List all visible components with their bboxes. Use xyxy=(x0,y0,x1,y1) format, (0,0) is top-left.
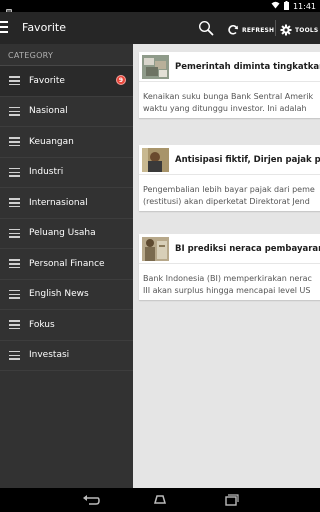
count-badge: 9 xyxy=(116,75,126,85)
article-header: Antisipasi fiktif, Dirjen pajak perk xyxy=(139,145,320,175)
drawer-item-label: Keuangan xyxy=(29,136,74,147)
article-card[interactable]: BI prediksi neraca pembayaran tr Bank In… xyxy=(139,234,320,300)
article-summary-line: III akan surplus hingga mencapai level U… xyxy=(143,285,311,295)
refresh-button[interactable]: REFRESH xyxy=(227,21,274,40)
article-title: Pemerintah diminta tingkatkan in xyxy=(175,61,320,72)
list-icon xyxy=(9,350,20,360)
home-icon[interactable] xyxy=(151,492,169,508)
tools-button[interactable]: TOOLS xyxy=(280,21,318,40)
article-card[interactable]: Antisipasi fiktif, Dirjen pajak perk Pen… xyxy=(139,145,320,211)
list-icon xyxy=(9,289,20,299)
action-bar: Favorite REFRESH TOOLS xyxy=(0,12,320,44)
refresh-icon xyxy=(227,21,239,40)
drawer-item-fokus[interactable]: Fokus xyxy=(0,310,133,341)
recent-apps-icon[interactable] xyxy=(222,492,240,508)
drawer-item-keuangan[interactable]: Keuangan xyxy=(0,127,133,158)
drawer-item-label: English News xyxy=(29,289,89,300)
list-icon xyxy=(9,137,20,147)
drawer-item-label: Personal Finance xyxy=(29,258,105,269)
list-icon xyxy=(9,320,20,330)
drawer-item-internasional[interactable]: Internasional xyxy=(0,188,133,219)
drawer-item-peluang-usaha[interactable]: Peluang Usaha xyxy=(0,219,133,249)
page-title: Favorite xyxy=(22,21,66,34)
article-thumbnail xyxy=(142,236,169,261)
drawer-item-label: Fokus xyxy=(29,319,55,330)
drawer-item-personal-finance[interactable]: Personal Finance xyxy=(0,249,133,280)
article-summary: Bank Indonesia (BI) memperkirakan nerac … xyxy=(139,264,320,300)
list-icon xyxy=(9,228,20,238)
article-title: Antisipasi fiktif, Dirjen pajak perk xyxy=(175,154,320,165)
navigation-drawer: CATEGORY Favorite 9 Nasional Keuangan In… xyxy=(0,44,138,488)
drawer-item-favorite[interactable]: Favorite 9 xyxy=(0,66,133,97)
article-summary-line: (restitusi) akan diperketat Direktorat J… xyxy=(143,196,310,206)
article-summary-line: waktu yang ditunggu investor. Ini adalah xyxy=(143,103,307,113)
drawer-item-investasi[interactable]: Investasi xyxy=(0,341,133,371)
article-summary-line: Pengembalian lebih bayar pajak dari peme xyxy=(143,185,315,194)
status-bar: 11:41 xyxy=(0,0,320,17)
drawer-item-label: Peluang Usaha xyxy=(29,228,96,239)
drawer-item-label: Internasional xyxy=(29,197,88,208)
article-thumbnail xyxy=(142,147,169,172)
list-icon xyxy=(9,259,20,269)
drawer-item-label: Nasional xyxy=(29,106,68,117)
system-nav-bar xyxy=(0,488,320,512)
article-header: Pemerintah diminta tingkatkan in xyxy=(139,52,320,82)
article-card[interactable]: Pemerintah diminta tingkatkan in Kenaika… xyxy=(139,52,320,118)
menu-icon[interactable] xyxy=(0,21,10,35)
search-icon[interactable] xyxy=(198,20,214,36)
article-summary-line: Kenaikan suku bunga Bank Sentral Amerik xyxy=(143,92,314,101)
drawer-item-label: Investasi xyxy=(29,350,70,361)
list-icon xyxy=(9,167,20,177)
list-icon xyxy=(9,76,20,86)
article-list: Pemerintah diminta tingkatkan in Kenaika… xyxy=(133,44,320,488)
article-summary: Kenaikan suku bunga Bank Sentral Amerik … xyxy=(139,82,320,118)
clock: 11:41 xyxy=(292,1,316,11)
tools-label: TOOLS xyxy=(295,27,319,34)
back-icon[interactable] xyxy=(82,492,100,508)
drawer-item-label: Industri xyxy=(29,167,64,178)
gear-icon xyxy=(280,21,292,40)
drawer-item-nasional[interactable]: Nasional xyxy=(0,97,133,127)
article-title: BI prediksi neraca pembayaran tr xyxy=(175,243,320,254)
wifi-icon xyxy=(271,1,280,11)
divider xyxy=(275,20,276,36)
list-icon xyxy=(9,198,20,208)
battery-icon xyxy=(283,0,289,12)
article-thumbnail xyxy=(142,54,169,79)
article-summary-line: Bank Indonesia (BI) memperkirakan nerac xyxy=(143,274,312,283)
refresh-label: REFRESH xyxy=(242,27,275,34)
article-summary: Pengembalian lebih bayar pajak dari peme… xyxy=(139,175,320,211)
drawer-header: CATEGORY xyxy=(0,44,133,66)
list-icon xyxy=(9,106,20,116)
article-header: BI prediksi neraca pembayaran tr xyxy=(139,234,320,264)
drawer-item-industri[interactable]: Industri xyxy=(0,158,133,188)
drawer-item-label: Favorite xyxy=(29,75,65,86)
drawer-item-english-news[interactable]: English News xyxy=(0,280,133,310)
